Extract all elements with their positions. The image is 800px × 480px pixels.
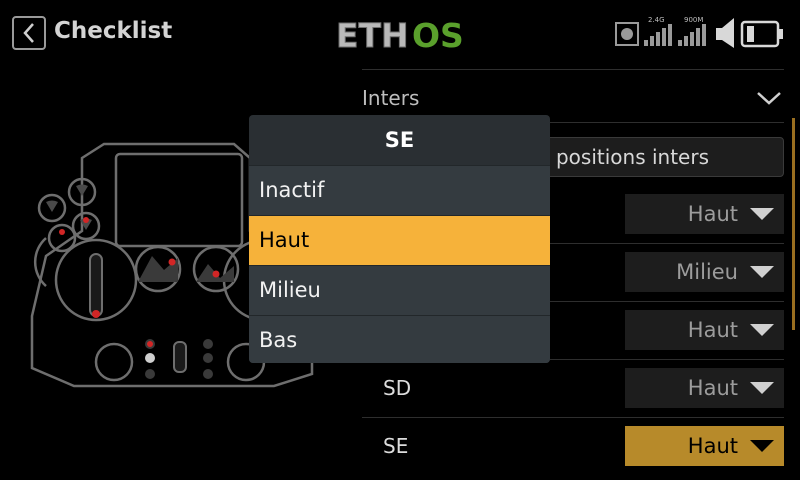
select-value: Haut bbox=[687, 202, 738, 226]
divider bbox=[362, 69, 784, 70]
status-area: 2.4G 900M bbox=[615, 16, 783, 48]
switch-state-select[interactable]: Haut bbox=[625, 310, 784, 350]
switch-position-popup: SE Inactif Haut Milieu Bas bbox=[249, 115, 550, 363]
caret-down-icon bbox=[750, 440, 774, 452]
select-value: Haut bbox=[687, 434, 738, 458]
section-label: Inters bbox=[362, 86, 420, 110]
switch-sd-select[interactable]: Haut bbox=[625, 368, 784, 408]
volume-icon bbox=[716, 18, 734, 48]
scrollbar[interactable] bbox=[792, 118, 795, 330]
chevron-left-icon bbox=[23, 23, 34, 43]
rf-label-900m: 900M bbox=[684, 16, 703, 24]
rf-label-2g4: 2.4G bbox=[648, 16, 665, 24]
caret-down-icon bbox=[750, 266, 774, 278]
switch-se-select[interactable]: Haut bbox=[625, 426, 784, 466]
row-label-se: SE bbox=[383, 434, 409, 458]
top-bar: Checklist ETH OS 2.4G 900M bbox=[0, 0, 800, 66]
divider bbox=[362, 417, 784, 418]
switch-state-select[interactable]: Milieu bbox=[625, 252, 784, 292]
page-title: Checklist bbox=[54, 18, 173, 44]
battery-icon bbox=[740, 20, 783, 48]
back-button[interactable] bbox=[12, 16, 46, 50]
popup-option-milieu[interactable]: Milieu bbox=[249, 265, 550, 315]
chevron-down-icon[interactable] bbox=[756, 90, 782, 106]
select-value: Milieu bbox=[676, 260, 738, 284]
caret-down-icon bbox=[750, 324, 774, 336]
caret-down-icon bbox=[750, 208, 774, 220]
signal-900-icon bbox=[678, 24, 706, 46]
row-label-sd: SD bbox=[383, 376, 412, 400]
logo-text-eth: ETH bbox=[336, 16, 409, 54]
popup-title: SE bbox=[384, 128, 415, 152]
signal-icon bbox=[644, 24, 672, 46]
switch-state-select[interactable]: Haut bbox=[625, 194, 784, 234]
logo-text-os: OS bbox=[412, 16, 464, 54]
popup-option-haut[interactable]: Haut bbox=[249, 215, 550, 265]
ethos-logo: ETH OS bbox=[336, 16, 464, 55]
positions-inters-button[interactable]: positions inters bbox=[510, 137, 784, 177]
popup-option-bas[interactable]: Bas bbox=[249, 315, 550, 363]
popup-option-inactif[interactable]: Inactif bbox=[249, 165, 550, 215]
select-value: Haut bbox=[687, 376, 738, 400]
caret-down-icon bbox=[750, 382, 774, 394]
select-value: Haut bbox=[687, 318, 738, 342]
telemetry-icon bbox=[615, 22, 639, 46]
